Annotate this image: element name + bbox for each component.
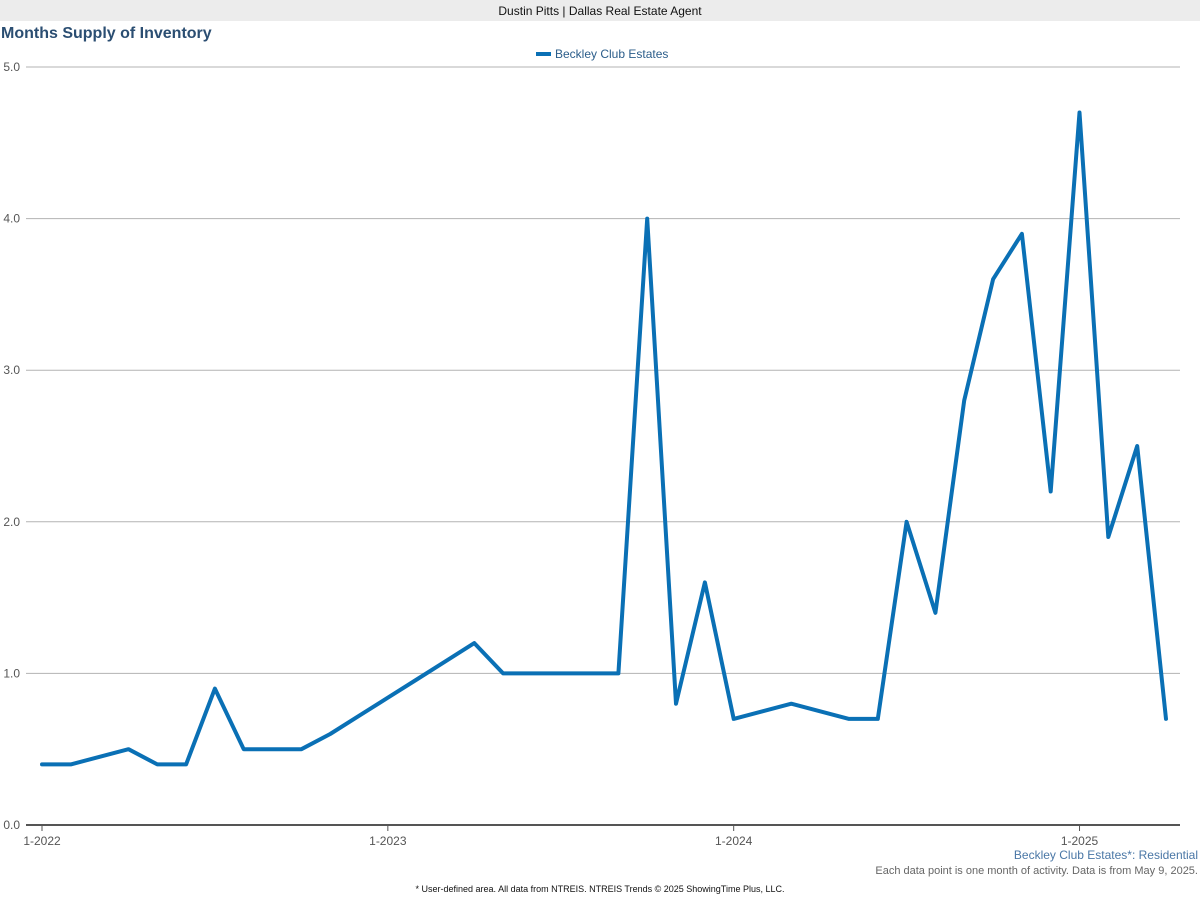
y-axis: 0.0 1.0 2.0 3.0 4.0 5.0: [3, 60, 20, 832]
footer-source: * User-defined area. All data from NTREI…: [415, 884, 785, 894]
y-tick-label: 4.0: [3, 212, 20, 226]
y-tick-label: 5.0: [3, 60, 20, 74]
footer-data-note: Each data point is one month of activity…: [875, 865, 1198, 877]
y-tick-label: 1.0: [3, 666, 20, 680]
legend-label: Beckley Club Estates: [555, 47, 668, 61]
legend: Beckley Club Estates: [536, 47, 668, 61]
x-tick-label: 1-2024: [715, 834, 753, 848]
x-tick-label: 1-2025: [1061, 834, 1099, 848]
x-axis: 1-2022 1-2023 1-2024 1-2025: [23, 824, 1180, 848]
grid-lines: [26, 66, 1180, 674]
x-tick-label: 1-2022: [23, 834, 61, 848]
x-tick-label: 1-2023: [369, 834, 407, 848]
y-tick-label: 2.0: [3, 515, 20, 529]
y-tick-label: 3.0: [3, 363, 20, 377]
line-chart: 0.01.02.03.04.05.0 1-2022 1-2023 1-2024 1-2…: [3, 47, 1180, 848]
footer-series-label: Beckley Club Estates*: Residential: [1013, 848, 1198, 862]
series-line: [40, 110, 1168, 767]
y-tick-label: 0.0: [3, 818, 20, 832]
